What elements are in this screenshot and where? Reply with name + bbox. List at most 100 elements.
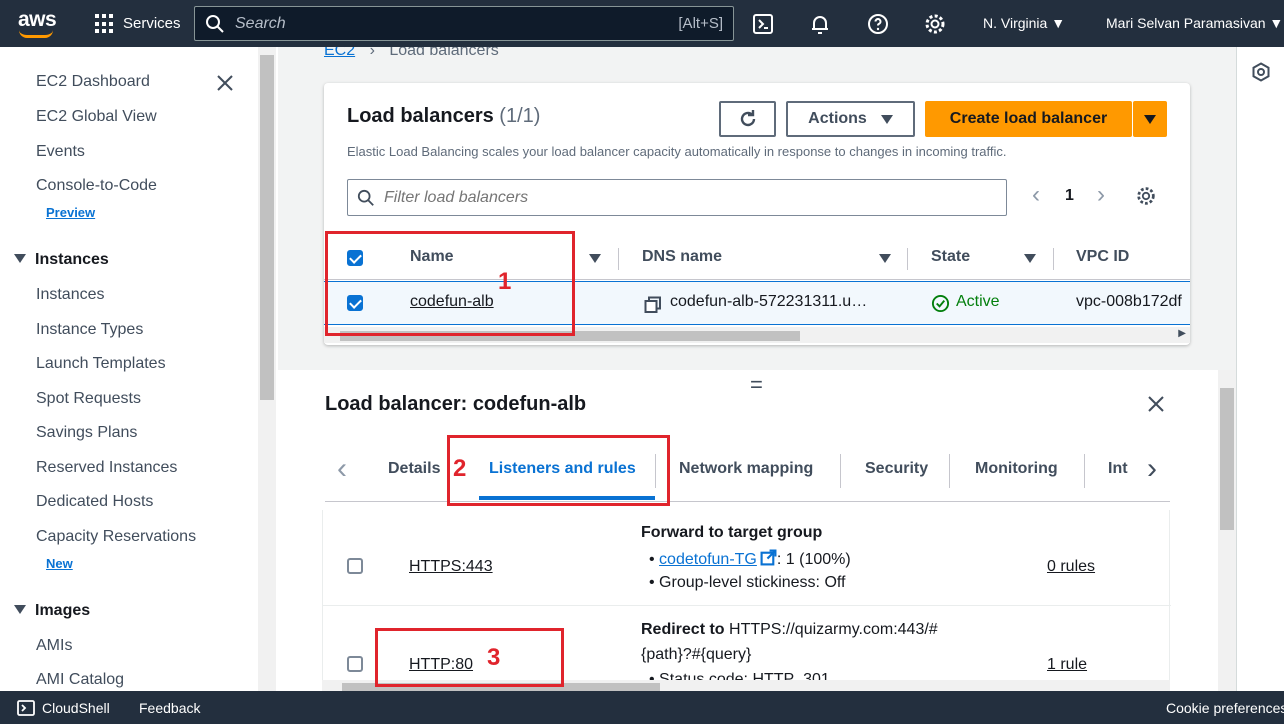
resize-handle-icon[interactable]: = <box>750 372 763 398</box>
sort-caret-icon[interactable] <box>879 254 891 263</box>
aws-logo[interactable]: aws <box>18 8 57 32</box>
list-item: • Group-level stickiness: Off <box>649 574 846 591</box>
sidebar-item-launch-templates[interactable]: Launch Templates <box>36 355 166 373</box>
table-row[interactable]: HTTPS:443 Forward to target group • code… <box>323 510 1171 606</box>
cloudfront-tools-icon[interactable] <box>1251 62 1271 82</box>
close-sidebar-icon[interactable] <box>215 73 235 93</box>
search-box[interactable]: [Alt+S] <box>194 6 734 41</box>
table-settings-gear-icon[interactable] <box>1135 185 1157 207</box>
search-input[interactable] <box>235 13 635 35</box>
sidebar-item-reserved-instances[interactable]: Reserved Instances <box>36 459 177 477</box>
search-icon <box>357 189 374 206</box>
feedback-link[interactable]: Feedback <box>139 700 200 716</box>
main-content: EC2 › Load balancers Load balancers (1/1… <box>278 47 1236 691</box>
account-menu[interactable]: Mari Selvan Paramasivan ▼ <box>1106 15 1283 31</box>
scrollbar-thumb[interactable] <box>260 55 274 400</box>
aws-logo-smile <box>19 30 53 38</box>
cloudshell-icon[interactable] <box>17 700 35 716</box>
tab-network-mapping[interactable]: Network mapping <box>679 460 813 478</box>
next-page-icon[interactable]: › <box>1097 181 1105 209</box>
services-grid-icon[interactable] <box>95 14 115 34</box>
tabs-prev-icon[interactable]: ‹ <box>337 452 347 486</box>
detail-vertical-scrollbar[interactable] <box>1218 370 1236 691</box>
rules-link[interactable]: 0 rules <box>1047 558 1095 576</box>
cookie-preferences-link[interactable]: Cookie preferences <box>1166 700 1284 716</box>
sort-caret-icon[interactable] <box>589 254 601 263</box>
refresh-icon <box>740 110 755 127</box>
external-link-icon[interactable] <box>760 549 777 566</box>
caret-down-icon: ▼ <box>1051 15 1066 31</box>
sidebar-section-instances[interactable]: Instances <box>14 251 109 269</box>
sidebar-item-console-to-code[interactable]: Console-to-Code <box>36 177 157 195</box>
sidebar-item-amis[interactable]: AMIs <box>36 637 72 655</box>
notifications-bell-icon[interactable] <box>808 12 832 36</box>
prev-page-icon[interactable]: ‹ <box>1032 181 1040 209</box>
panel-count: (1/1) <box>499 105 541 127</box>
panel-title: Load balancers (1/1) <box>347 105 540 128</box>
sidebar-item-events[interactable]: Events <box>36 143 85 161</box>
listener-action-line2: {path}?#{query} <box>641 646 752 663</box>
top-navigation: aws Services [Alt+S] N. Virginia ▼ Mari … <box>0 0 1284 47</box>
listener-protocol-link[interactable]: HTTPS:443 <box>409 558 493 576</box>
copy-icon[interactable] <box>644 296 662 314</box>
sidebar-item-ec2-global-view[interactable]: EC2 Global View <box>36 108 157 126</box>
scroll-right-icon[interactable]: ▶ <box>1178 328 1186 339</box>
region-selector[interactable]: N. Virginia ▼ <box>983 15 1065 31</box>
tab-divider <box>1084 454 1085 488</box>
preview-badge: Preview <box>46 205 96 220</box>
sidebar-item-capacity-reservations[interactable]: Capacity Reservations <box>36 528 196 546</box>
tab-security[interactable]: Security <box>865 460 928 478</box>
column-divider <box>618 248 619 270</box>
caret-down-icon <box>1144 114 1156 124</box>
help-icon[interactable] <box>866 12 890 36</box>
row-checkbox[interactable] <box>347 558 363 574</box>
sidebar-section-images[interactable]: Images <box>14 602 90 620</box>
settings-gear-icon[interactable] <box>923 12 947 36</box>
cloudshell-icon[interactable] <box>751 12 775 36</box>
row-checkbox[interactable] <box>347 656 363 672</box>
rules-link[interactable]: 1 rule <box>1047 656 1087 674</box>
right-tools-rail <box>1236 47 1284 691</box>
tab-details[interactable]: Details <box>388 460 440 478</box>
filter-box[interactable] <box>347 179 1007 216</box>
sidebar-item-instances[interactable]: Instances <box>36 286 104 304</box>
lb-dns-name: codefun-alb-572231311.u… <box>670 293 868 310</box>
scrollbar-thumb[interactable] <box>1220 388 1234 530</box>
tab-integrations[interactable]: Int <box>1108 460 1128 478</box>
sidebar-item-savings-plans[interactable]: Savings Plans <box>36 424 137 442</box>
search-shortcut: [Alt+S] <box>678 15 723 32</box>
close-detail-icon[interactable] <box>1146 394 1166 414</box>
page-number[interactable]: 1 <box>1065 187 1074 205</box>
breadcrumb-ec2-link[interactable]: EC2 <box>324 47 355 59</box>
listener-action-title: Forward to target group <box>641 524 823 541</box>
filter-input[interactable] <box>384 188 984 208</box>
create-options-dropdown-button[interactable] <box>1133 101 1167 137</box>
create-load-balancer-button[interactable]: Create load balancer <box>925 101 1132 137</box>
tab-monitoring[interactable]: Monitoring <box>975 460 1058 478</box>
sidebar-item-spot-requests[interactable]: Spot Requests <box>36 390 141 408</box>
caret-down-icon <box>880 114 893 124</box>
region-label: N. Virginia <box>983 15 1048 31</box>
actions-label: Actions <box>808 110 867 127</box>
refresh-button[interactable] <box>719 101 776 137</box>
sidebar-item-ec2-dashboard[interactable]: EC2 Dashboard <box>36 73 150 91</box>
sidebar-scrollbar[interactable] <box>258 47 276 691</box>
sort-caret-icon[interactable] <box>1024 254 1036 263</box>
tabs-next-icon[interactable]: › <box>1147 452 1157 486</box>
sidebar-item-ami-catalog[interactable]: AMI Catalog <box>36 671 124 689</box>
sidebar-item-dedicated-hosts[interactable]: Dedicated Hosts <box>36 493 153 511</box>
section-label: Images <box>35 602 91 619</box>
sidebar: EC2 Dashboard EC2 Global View Events Con… <box>0 47 278 691</box>
footer-bar: CloudShell Feedback Cookie preferences <box>0 691 1284 724</box>
annotation-number-1: 1 <box>498 268 512 295</box>
cloudshell-link[interactable]: CloudShell <box>42 700 110 716</box>
status-ok-icon <box>931 294 950 313</box>
actions-dropdown-button[interactable]: Actions <box>786 101 915 137</box>
target-group-link[interactable]: codetofun-TG <box>659 551 757 568</box>
column-header-vpc-id[interactable]: VPC ID <box>1076 248 1129 266</box>
sidebar-item-instance-types[interactable]: Instance Types <box>36 321 143 339</box>
column-header-dns[interactable]: DNS name <box>642 248 722 266</box>
action-url: HTTPS://quizarmy.com:443/# <box>724 621 938 638</box>
services-menu[interactable]: Services <box>123 15 181 32</box>
column-header-state[interactable]: State <box>931 248 970 266</box>
